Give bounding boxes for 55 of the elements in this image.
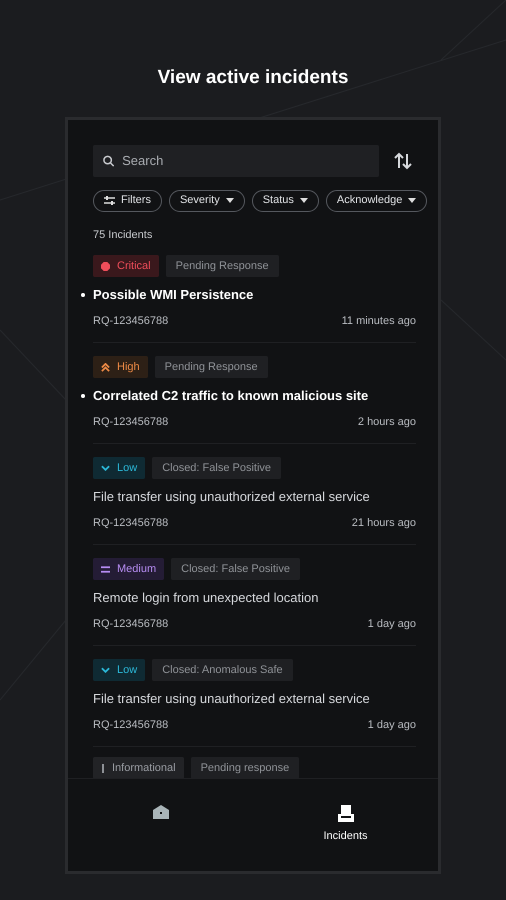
search-field[interactable]: Search xyxy=(93,144,379,176)
severity-badge: High xyxy=(93,356,148,378)
incident-row[interactable]: Low Closed: Anomalous Safe File transfer using unauthorized external service RQ-123456788 1 day ago xyxy=(93,646,416,747)
incident-id: RQ-123456788 xyxy=(93,616,168,632)
caret-icon xyxy=(408,198,416,203)
incident-row[interactable]: Low Closed: False Positive File transfer using unauthorized external service RQ-123456788 21 hours ago xyxy=(93,444,416,545)
incident-time: 1 day ago xyxy=(368,616,416,632)
incident-row[interactable]: Medium Closed: False Positive Remote login from unexpected location RQ-123456788 1 day ago xyxy=(93,545,416,646)
incident-time: 11 minutes ago xyxy=(342,314,416,328)
incident-id: RQ-123456788 xyxy=(93,314,168,328)
severity-badge: Medium xyxy=(93,558,164,580)
chevron-down-icon xyxy=(101,667,110,673)
search-icon xyxy=(103,154,114,166)
incident-id: RQ-123456788 xyxy=(93,516,168,530)
home-icon xyxy=(152,804,168,818)
sliders-icon xyxy=(104,196,115,205)
incident-title: File transfer using unauthorized external service xyxy=(93,488,370,506)
severity-badge: Critical xyxy=(93,255,159,277)
caret-icon xyxy=(226,198,234,203)
dropdown-chip[interactable]: Status xyxy=(252,190,319,212)
status-badge: Closed: False Positive xyxy=(171,558,300,580)
equals-icon xyxy=(101,566,110,572)
dropdown-chip[interactable]: Severity xyxy=(168,190,245,212)
status-badge: Pending response xyxy=(190,757,300,779)
incident-time: 1 day ago xyxy=(368,718,416,732)
octagon-icon xyxy=(101,262,110,270)
info-icon xyxy=(101,764,105,772)
nav-tab[interactable]: Incidents xyxy=(253,778,438,870)
incident-count: 75 Incidents xyxy=(93,228,154,242)
incident-title: Correlated C2 traffic to known malicious site xyxy=(93,387,368,405)
incident-time: 21 hours ago xyxy=(352,516,416,530)
incident-id: RQ-123456788 xyxy=(93,718,168,732)
filters-chip[interactable]: Filters xyxy=(93,190,162,212)
inbox-tray-icon xyxy=(336,804,354,822)
severity-badge: Informational xyxy=(93,757,184,779)
incident-id: RQ-123456788 xyxy=(93,414,168,430)
severity-badge: Low xyxy=(93,457,146,479)
incident-row[interactable]: Critical Pending Response Possible WMI Persistence RQ-123456788 11 minutes ago xyxy=(93,243,416,343)
incident-title: Remote login from unexpected location xyxy=(93,589,318,607)
chevrons-up-icon xyxy=(101,362,110,372)
dropdown-chip[interactable]: Acknowledge xyxy=(326,190,428,212)
sort-icon[interactable] xyxy=(394,152,412,170)
search-input[interactable]: Search xyxy=(122,150,369,170)
status-badge: Pending Response xyxy=(166,255,279,277)
incident-time: 2 hours ago xyxy=(358,414,416,430)
incident-title: Possible WMI Persistence xyxy=(93,286,254,304)
status-badge: Closed: Anomalous Safe xyxy=(152,659,293,681)
status-badge: Closed: False Positive xyxy=(152,457,282,479)
status-badge: Pending Response xyxy=(154,356,268,378)
chevron-down-icon xyxy=(101,465,110,471)
page-heading: View active incidents xyxy=(158,66,348,90)
caret-icon xyxy=(300,198,308,203)
severity-badge: Low xyxy=(93,659,146,681)
incident-title: File transfer using unauthorized external service xyxy=(93,690,370,708)
incident-row[interactable]: High Pending Response Correlated C2 traffic to known malicious site RQ-123456788 2 hours ago xyxy=(93,343,416,444)
